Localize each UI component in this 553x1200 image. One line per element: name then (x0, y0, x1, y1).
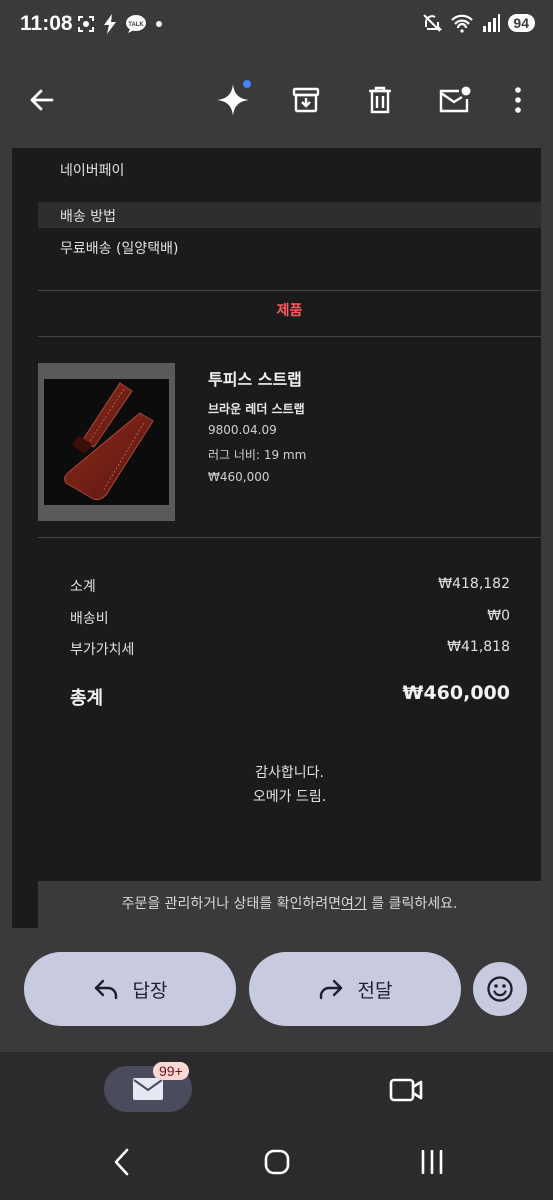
total-label: 총계 (70, 688, 104, 709)
home-icon (264, 1149, 290, 1175)
divider (38, 336, 541, 337)
screenshot-icon (78, 16, 94, 32)
arrow-left-icon (30, 89, 54, 111)
shipping-method-value: 무료배송 (일양택배) (60, 241, 179, 257)
shipping-fee-value: ₩0 (487, 608, 510, 624)
divider (38, 537, 541, 538)
wifi-icon (451, 14, 474, 33)
more-options-button[interactable] (498, 80, 538, 120)
flash-icon (104, 14, 116, 34)
unread-badge: 99+ (153, 1062, 189, 1080)
gemini-button[interactable] (213, 80, 253, 120)
system-back-button[interactable] (102, 1140, 142, 1184)
forward-icon (319, 979, 342, 1000)
status-time: 11:08 (20, 12, 73, 35)
recents-icon (421, 1150, 443, 1174)
vat-value: ₩41,818 (447, 639, 510, 655)
signal-icon (483, 14, 501, 32)
product-photo (44, 379, 169, 505)
vat-label: 부가가치세 (70, 642, 135, 658)
status-notification-icons: TALK (77, 14, 163, 34)
delete-button[interactable] (360, 80, 400, 120)
battery-indicator: 94 (508, 14, 535, 32)
product-name: 투피스 스트랩 (208, 370, 302, 389)
sparkle-icon (217, 80, 251, 116)
bottom-navigation: 99+ (0, 1052, 553, 1200)
footer-text: 주문을 관리하거나 상태를 확인하려면여기 를 클릭하세요. (38, 893, 541, 913)
mark-unread-button[interactable] (434, 80, 474, 120)
signature: 오메가 드림. (252, 789, 327, 805)
manage-order-footer: 주문을 관리하거나 상태를 확인하려면여기 를 클릭하세요. (38, 881, 541, 928)
product-subtitle: 브라운 레더 스트랩 (208, 402, 305, 416)
subtotal-value: ₩418,182 (438, 576, 510, 592)
reply-actions: 답장 전달 (0, 928, 553, 1052)
footer-text-after: 를 클릭하세요. (366, 896, 458, 912)
footer-text-before: 주문을 관리하거나 상태를 확인하려면 (121, 896, 342, 912)
system-recents-button[interactable] (412, 1140, 452, 1184)
emoji-reaction-button[interactable] (473, 962, 527, 1016)
mute-icon (423, 14, 443, 32)
order-receipt: 네이버페이 배송 방법 무료배송 (일양택배) 제품 투피스 스트랩 브라운 레… (38, 148, 541, 928)
watch-strap-image (64, 382, 154, 501)
product-code: 9800.04.09 (208, 423, 277, 437)
reply-icon (94, 979, 117, 1000)
product-lug-width: 러그 너비: 19 mm (208, 448, 307, 462)
shipping-method-heading: 배송 방법 (60, 209, 116, 225)
more-vert-icon (515, 87, 521, 113)
svg-text:TALK: TALK (128, 22, 144, 28)
talk-icon: TALK (126, 15, 146, 33)
forward-button[interactable]: 전달 (249, 952, 461, 1026)
shipping-fee-label: 배송비 (70, 611, 109, 627)
total-value: ₩460,000 (402, 682, 511, 704)
trash-icon (369, 86, 391, 114)
meet-tab[interactable] (384, 1072, 428, 1108)
shipping-method-header: 배송 방법 (38, 202, 541, 228)
dot-icon (156, 21, 162, 27)
archive-icon (292, 87, 320, 113)
thanks-message: 감사합니다. (255, 765, 324, 781)
system-home-button[interactable] (257, 1140, 297, 1184)
mail-icon (133, 1078, 163, 1100)
divider (38, 290, 541, 291)
smiley-icon (487, 976, 513, 1002)
payment-method-value: 네이버페이 (60, 163, 125, 179)
reply-button[interactable]: 답장 (24, 952, 236, 1026)
forward-label: 전달 (357, 979, 393, 1002)
mail-unread-icon (439, 86, 471, 113)
video-camera-icon (389, 1078, 423, 1102)
archive-button[interactable] (286, 80, 326, 120)
back-button[interactable] (22, 80, 62, 120)
email-body[interactable]: 네이버페이 배송 방법 무료배송 (일양택배) 제품 투피스 스트랩 브라운 레… (12, 148, 541, 928)
chevron-left-icon (114, 1148, 129, 1176)
product-section-title: 제품 (276, 303, 303, 319)
reply-label: 답장 (132, 979, 168, 1002)
product-image[interactable] (38, 363, 175, 521)
manage-order-link[interactable]: 여기 (341, 896, 367, 912)
subtotal-label: 소계 (70, 579, 96, 595)
email-toolbar (0, 52, 553, 146)
status-system-icons: 94 (422, 13, 535, 33)
status-bar: 11:08 TALK 94 (0, 0, 553, 52)
product-price: ₩460,000 (208, 470, 270, 484)
